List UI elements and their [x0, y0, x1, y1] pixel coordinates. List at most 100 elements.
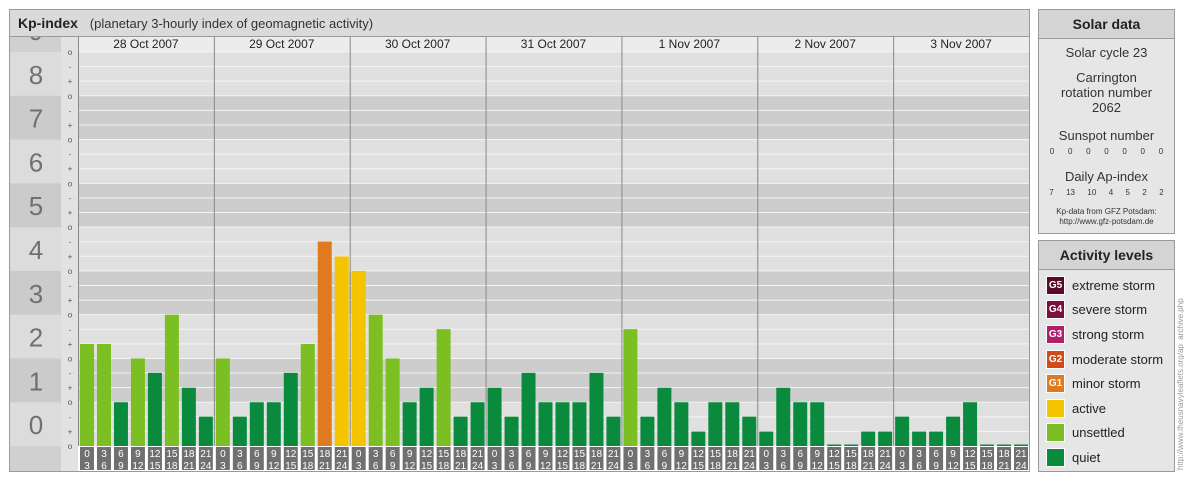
- interval-end-label: 9: [797, 461, 803, 471]
- y-minor-label: +: [68, 296, 73, 305]
- interval-start-label: 15: [438, 449, 450, 460]
- kp-bar: [912, 431, 927, 446]
- kp-bar: [674, 402, 689, 446]
- interval-start-label: 12: [965, 449, 977, 460]
- y-tick-label: 4: [29, 235, 43, 265]
- y-minor-label: +: [68, 209, 73, 218]
- day-label: 29 Oct 2007: [249, 37, 315, 51]
- kp-bar: [827, 444, 842, 446]
- ap-value: 10: [1087, 188, 1097, 197]
- y-minor-label: -: [69, 106, 72, 115]
- interval-start-label: 18: [183, 449, 195, 460]
- interval-end-label: 15: [421, 461, 433, 471]
- interval-end-label: 24: [744, 461, 756, 471]
- kp-bar: [470, 402, 485, 446]
- y-minor-label: -: [69, 194, 72, 203]
- kp-band: [78, 314, 1029, 359]
- kp-band: [78, 270, 1029, 315]
- day-label: 1 Nov 2007: [659, 37, 721, 51]
- kp-bar: [606, 416, 621, 446]
- legend-swatch: [1046, 447, 1065, 467]
- interval-start-label: 6: [933, 449, 939, 460]
- kp-band: [78, 227, 1029, 271]
- interval-start-label: 3: [916, 449, 922, 460]
- interval-start-label: 15: [846, 449, 858, 460]
- kp-chart-panel: Kp-index (planetary 3-hourly index of ge…: [9, 9, 1030, 472]
- solar-data-heading: Solar data: [1039, 10, 1174, 39]
- interval-end-label: 21: [863, 461, 875, 471]
- ap-value: 5: [1125, 188, 1130, 197]
- kp-bar: [946, 416, 961, 446]
- source-watermark: http://www.theusnavyleaflets.org/ap_arch…: [1176, 298, 1184, 470]
- kp-bar: [861, 431, 876, 446]
- kp-bar: [895, 416, 910, 446]
- kp-bar: [793, 402, 808, 446]
- y-minor-label: o: [68, 398, 73, 407]
- interval-end-label: 6: [373, 461, 379, 471]
- y-minor-label: -: [69, 63, 72, 72]
- interval-end-label: 18: [710, 461, 722, 471]
- interval-end-label: 18: [166, 461, 178, 471]
- interval-start-label: 21: [200, 449, 212, 460]
- sunspot-value: 0: [1158, 147, 1164, 156]
- sunspot-value: 0: [1049, 147, 1055, 156]
- y-minor-label: o: [68, 223, 73, 232]
- interval-start-label: 18: [727, 449, 739, 460]
- legend-swatch: [1046, 423, 1065, 443]
- kp-bar: [878, 431, 893, 446]
- ap-label: Daily Ap-index: [1064, 169, 1149, 184]
- legend-label: active: [1072, 400, 1106, 416]
- interval-start-label: 12: [285, 449, 297, 460]
- interval-end-label: 3: [356, 461, 362, 471]
- interval-start-label: 6: [526, 449, 532, 460]
- interval-start-label: 12: [421, 449, 433, 460]
- kp-bar: [555, 402, 570, 446]
- kp-band: [78, 183, 1029, 228]
- day-label: 2 Nov 2007: [795, 37, 857, 51]
- ap-value: 7: [1049, 188, 1054, 197]
- kp-bar: [776, 387, 791, 446]
- kp-bar: [368, 314, 383, 446]
- interval-start-label: 18: [591, 449, 603, 460]
- interval-start-label: 0: [492, 449, 498, 460]
- interval-start-label: 15: [710, 449, 722, 460]
- day-label: 31 Oct 2007: [521, 37, 587, 51]
- sunspot-value: 0: [1067, 147, 1073, 156]
- y-tick-label: 0: [29, 410, 43, 440]
- interval-end-label: 9: [526, 461, 532, 471]
- interval-start-label: 0: [220, 449, 226, 460]
- interval-end-label: 24: [880, 461, 892, 471]
- legend-label: moderate storm: [1072, 351, 1164, 367]
- interval-end-label: 3: [220, 461, 226, 471]
- interval-end-label: 15: [285, 461, 297, 471]
- y-tick-label: 7: [29, 104, 43, 134]
- kp-band: [78, 139, 1029, 184]
- interval-start-label: 9: [543, 449, 549, 460]
- legend-swatch: G5: [1046, 275, 1065, 295]
- sunspot-label: Sunspot number: [1058, 128, 1155, 143]
- interval-end-label: 12: [812, 461, 824, 471]
- ap-value: 13: [1066, 188, 1075, 197]
- legend-item: G1 minor storm: [1039, 371, 1174, 396]
- y-minor-label: o: [68, 311, 73, 320]
- legend-label: minor storm: [1072, 376, 1141, 392]
- kp-bar: [351, 270, 366, 446]
- legend-label: strong storm: [1072, 326, 1145, 342]
- kp-bar: [725, 402, 740, 446]
- y-minor-label: -: [69, 238, 72, 247]
- interval-end-label: 15: [965, 461, 977, 471]
- y-tick-label: 5: [29, 191, 43, 221]
- interval-end-label: 6: [509, 461, 515, 471]
- interval-end-label: 12: [948, 461, 960, 471]
- kp-bar: [215, 358, 230, 446]
- interval-end-label: 21: [591, 461, 603, 471]
- interval-end-label: 18: [846, 461, 858, 471]
- kp-bar: [300, 343, 315, 446]
- legend-swatch: G2: [1046, 349, 1065, 369]
- legend-item: G3 strong storm: [1039, 322, 1174, 347]
- interval-start-label: 0: [84, 449, 90, 460]
- interval-start-label: 21: [336, 449, 348, 460]
- legend-label: severe storm: [1072, 302, 1148, 318]
- interval-start-label: 21: [880, 449, 892, 460]
- interval-start-label: 3: [101, 449, 107, 460]
